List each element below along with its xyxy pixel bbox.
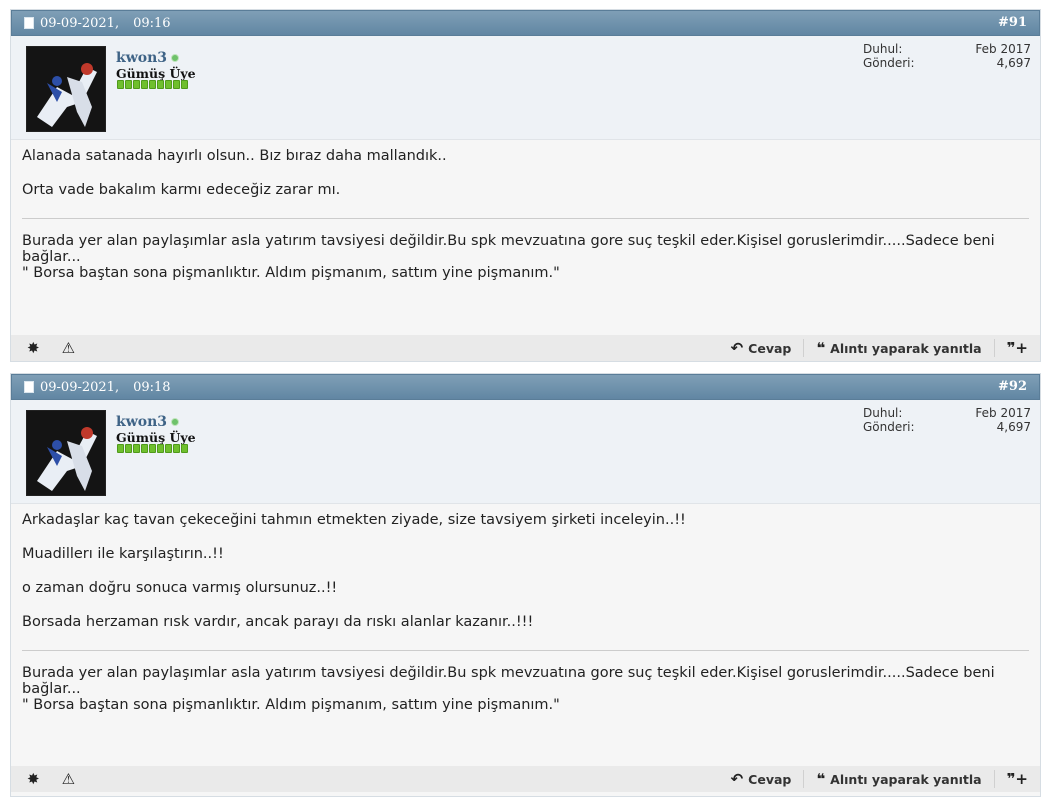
posts-label: Gönderi:: [863, 56, 915, 70]
reply-arrow-icon: ↶: [730, 770, 744, 788]
signature-line: Burada yer alan paylaşımlar asla yatırım…: [22, 665, 1000, 697]
post-date: 09-09-2021,: [24, 380, 119, 395]
document-icon: [24, 17, 34, 29]
post-paragraph: Arkadaşlar kaç tavan çekeceğini tahmın e…: [22, 512, 686, 528]
reply-button[interactable]: ↶ Cevap: [719, 770, 804, 788]
reputation-bar: [117, 80, 189, 89]
post-number-link[interactable]: #91: [998, 15, 1027, 30]
signature: Burada yer alan paylaşımlar asla yatırım…: [22, 218, 1029, 281]
warning-icon[interactable]: ⚠: [62, 339, 75, 357]
quote-bubble-icon: ❝: [816, 770, 826, 788]
post-92: 09-09-2021, 09:18 #92 kwon3 Gümüş Üye Du…: [10, 373, 1041, 797]
signature: Burada yer alan paylaşımlar asla yatırım…: [22, 650, 1029, 713]
reply-arrow-icon: ↶: [730, 339, 744, 357]
post-paragraph: o zaman doğru sonuca varmış olursunuz..!…: [22, 580, 338, 596]
joined-label: Duhul:: [863, 42, 903, 56]
post-number-link[interactable]: #92: [998, 379, 1027, 394]
post-body: Arkadaşlar kaç tavan çekeceğini tahmın e…: [11, 504, 1040, 766]
reputation-bar: [117, 444, 189, 453]
posts-value: 4,697: [996, 56, 1031, 70]
star-burst-icon[interactable]: ✸: [27, 339, 40, 357]
star-burst-icon[interactable]: ✸: [27, 770, 40, 788]
online-status-icon: [171, 418, 180, 426]
user-stats: Duhul: Feb 2017 Gönderi: 4,697: [863, 406, 1031, 434]
quote-reply-button[interactable]: ❝ Alıntı yaparak yanıtla: [803, 770, 993, 788]
joined-value: Feb 2017: [975, 406, 1031, 420]
signature-line: " Borsa baştan sona pişmanlıktır. Aldım …: [22, 697, 560, 713]
quote-reply-button[interactable]: ❝ Alıntı yaparak yanıtla: [803, 339, 993, 357]
reply-button[interactable]: ↶ Cevap: [719, 339, 804, 357]
avatar[interactable]: [26, 410, 106, 496]
posts-value: 4,697: [996, 420, 1031, 434]
username-link[interactable]: kwon3: [116, 414, 180, 430]
post-header: 09-09-2021, 09:18 #92: [11, 374, 1040, 400]
multiquote-plus-icon: ❞+: [1006, 339, 1028, 357]
posts-label: Gönderi:: [863, 420, 915, 434]
multiquote-button[interactable]: ❞+: [993, 339, 1028, 357]
post-header: 09-09-2021, 09:16 #91: [11, 10, 1040, 36]
post-91: 09-09-2021, 09:16 #91 kwon3 Gümüş Üye Du…: [10, 9, 1041, 362]
post-body: Alanada satanada hayırlı olsun.. Bız bır…: [11, 140, 1040, 335]
avatar[interactable]: [26, 46, 106, 132]
user-info: kwon3 Gümüş Üye Duhul: Feb 2017 Gönderi: 4…: [11, 400, 1040, 504]
signature-line: " Borsa baştan sona pişmanlıktır. Aldım …: [22, 265, 560, 281]
online-status-icon: [171, 54, 180, 62]
post-actions: ✸ ⚠ ↶ Cevap ❝ Alıntı yaparak yanıtla ❞+: [11, 335, 1040, 361]
joined-value: Feb 2017: [975, 42, 1031, 56]
multiquote-button[interactable]: ❞+: [993, 770, 1028, 788]
multiquote-plus-icon: ❞+: [1006, 770, 1028, 788]
post-time: 09:18: [133, 379, 171, 395]
post-date: 09-09-2021,: [24, 16, 119, 31]
quote-bubble-icon: ❝: [816, 339, 826, 357]
signature-line: Burada yer alan paylaşımlar asla yatırım…: [22, 233, 1000, 265]
username-link[interactable]: kwon3: [116, 50, 180, 66]
user-stats: Duhul: Feb 2017 Gönderi: 4,697: [863, 42, 1031, 70]
user-info: kwon3 Gümüş Üye Duhul: Feb 2017 Gönderi: 4…: [11, 36, 1040, 140]
document-icon: [24, 381, 34, 393]
post-paragraph: Orta vade bakalım karmı edeceğiz zarar m…: [22, 182, 341, 198]
post-paragraph: Alanada satanada hayırlı olsun.. Bız bır…: [22, 148, 447, 164]
user-rank: Gümüş Üye: [116, 430, 196, 445]
warning-icon[interactable]: ⚠: [62, 770, 75, 788]
joined-label: Duhul:: [863, 406, 903, 420]
post-paragraph: Muadillerı ile karşılaştırın..!!: [22, 546, 224, 562]
post-paragraph: Borsada herzaman rısk vardır, ancak para…: [22, 614, 534, 630]
post-time: 09:16: [133, 15, 171, 31]
post-actions: ✸ ⚠ ↶ Cevap ❝ Alıntı yaparak yanıtla ❞+: [11, 766, 1040, 792]
user-rank: Gümüş Üye: [116, 66, 196, 81]
